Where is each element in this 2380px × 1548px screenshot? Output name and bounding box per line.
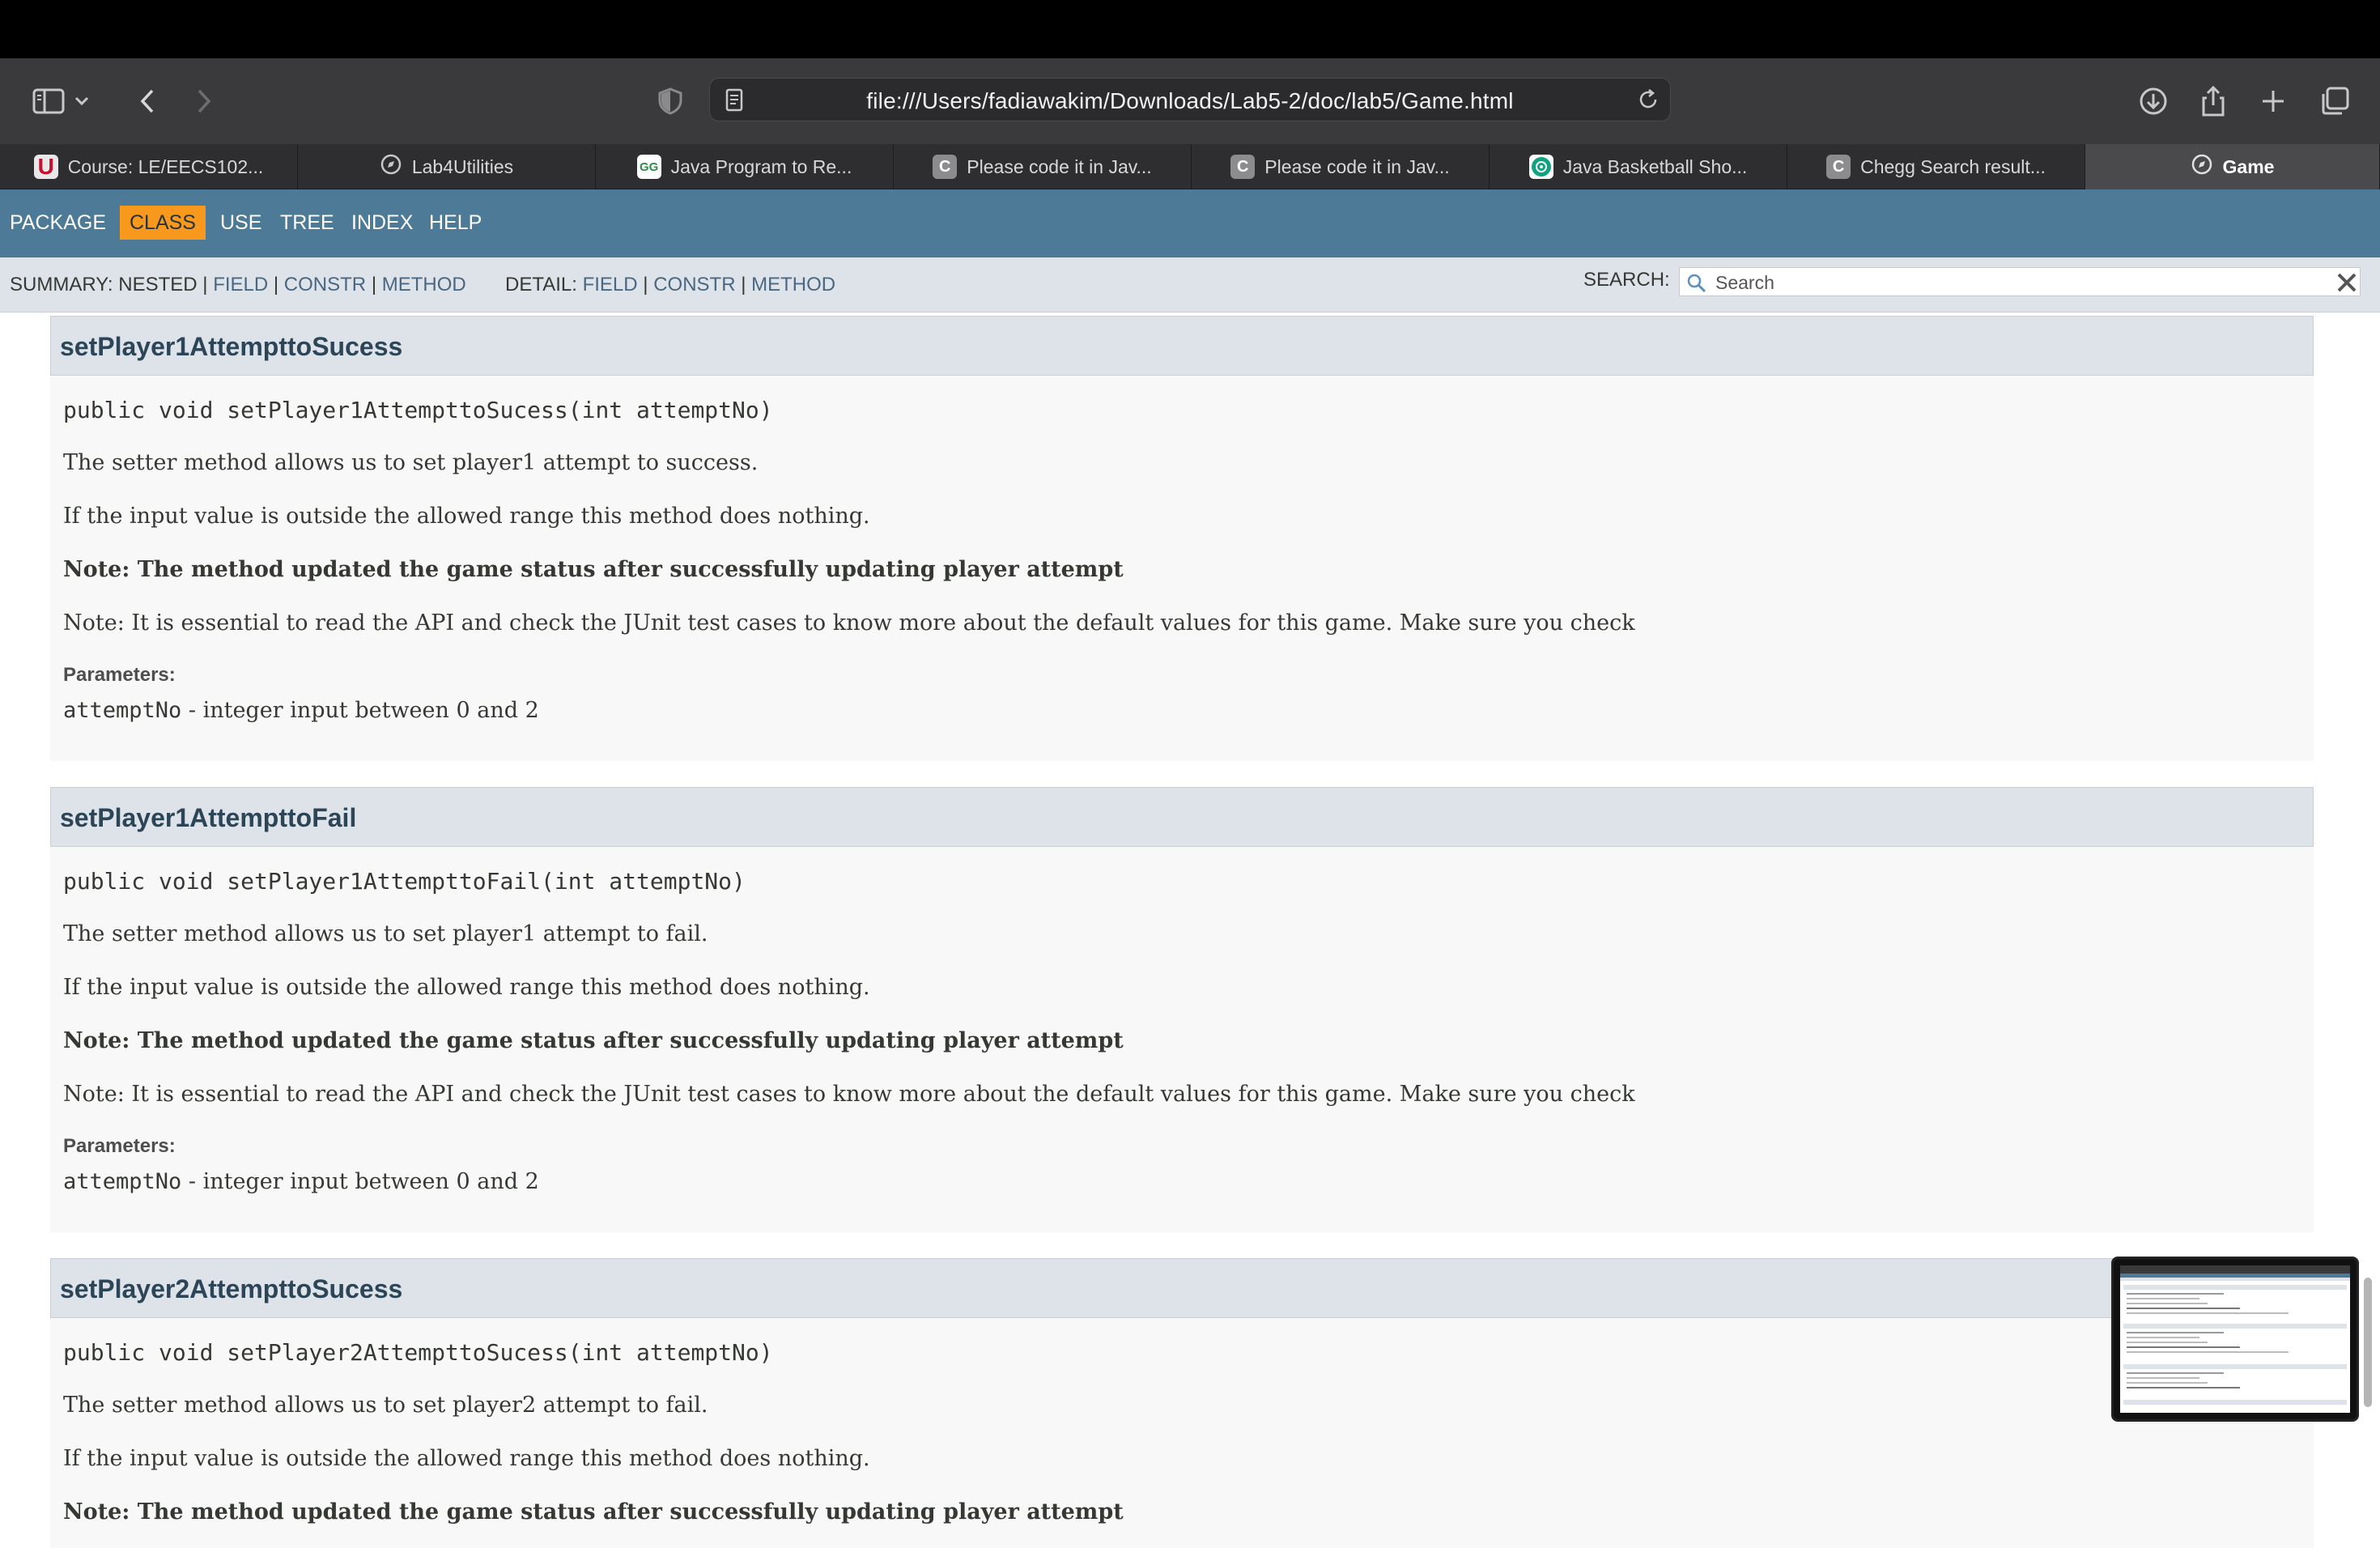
method-description: If the input value is outside the allowe… xyxy=(63,1446,870,1471)
nav-help[interactable]: HELP xyxy=(419,206,491,240)
detail-method-link[interactable]: METHOD xyxy=(751,274,835,296)
compass-icon xyxy=(380,153,402,181)
chevron-down-icon[interactable] xyxy=(70,79,94,124)
method-note: Note: It is essential to read the API an… xyxy=(63,610,1635,636)
method-heading: setPlayer2AttempttoSucess xyxy=(50,1258,2314,1318)
tab-label: Please code it in Jav... xyxy=(1264,155,1450,177)
method-detail: setPlayer1AttempttoFail public void setP… xyxy=(50,787,2314,1232)
nav-index[interactable]: INDEX xyxy=(342,206,423,240)
detail-field-link[interactable]: FIELD xyxy=(583,274,638,296)
back-icon[interactable] xyxy=(125,79,170,124)
method-signature: public void setPlayer1AttempttoSucess(in… xyxy=(63,397,773,423)
tab-game[interactable]: Game xyxy=(2085,144,2380,189)
tab-java-basketball[interactable]: Java Basketball Sho... xyxy=(1490,144,1787,189)
method-note-bold: Note: The method updated the game status… xyxy=(63,1499,1124,1525)
tab-label: Game xyxy=(2222,155,2275,177)
summary-field-link[interactable]: FIELD xyxy=(213,274,268,296)
method-note-bold: Note: The method updated the game status… xyxy=(63,1028,1124,1053)
method-description: The setter method allows us to set playe… xyxy=(63,450,759,475)
search-label: SEARCH: xyxy=(1583,269,1670,291)
method-signature: public void setPlayer2AttempttoSucess(in… xyxy=(63,1339,773,1366)
method-note-bold: Note: The method updated the game status… xyxy=(63,557,1124,582)
search-placeholder: Search xyxy=(1715,272,1774,293)
new-tab-icon[interactable] xyxy=(2250,79,2296,124)
compass-icon xyxy=(2191,153,2213,181)
method-description: The setter method allows us to set playe… xyxy=(63,1393,708,1418)
url-text: file:///Users/fadiawakim/Downloads/Lab5-… xyxy=(866,88,1514,113)
summary-constr-link[interactable]: CONSTR xyxy=(284,274,366,296)
tab-please-code-1[interactable]: C Please code it in Jav... xyxy=(894,144,1192,189)
share-icon[interactable] xyxy=(2191,79,2236,124)
geeksforgeeks-icon: GG xyxy=(636,155,661,179)
privacy-shield-icon[interactable] xyxy=(648,79,693,124)
reload-icon[interactable] xyxy=(1636,87,1660,116)
vertical-scrollbar[interactable] xyxy=(2364,1278,2372,1407)
nav-tree[interactable]: TREE xyxy=(270,206,344,240)
tab-label: Java Basketball Sho... xyxy=(1562,155,1748,177)
method-heading: setPlayer1AttempttoSucess xyxy=(50,316,2314,376)
method-description: The setter method allows us to set playe… xyxy=(63,921,708,946)
search-icon xyxy=(1686,273,1707,298)
sidebar-toggle-icon[interactable] xyxy=(26,79,71,124)
macos-menu-bar xyxy=(0,0,2380,58)
chegg-icon: C xyxy=(1826,155,1851,179)
tab-label: Chegg Search result... xyxy=(1860,155,2046,177)
nav-package[interactable]: PACKAGE xyxy=(0,206,116,240)
chatgpt-icon xyxy=(1528,155,1553,179)
nav-use[interactable]: USE xyxy=(210,206,271,240)
tab-bar: U Course: LE/EECS102... Lab4Utilities GG… xyxy=(0,144,2380,189)
parameters-label: Parameters: xyxy=(63,1135,176,1157)
search-input[interactable]: Search xyxy=(1679,267,2361,296)
parameters-label: Parameters: xyxy=(63,664,176,686)
tab-chegg-search[interactable]: C Chegg Search result... xyxy=(1787,144,2085,189)
javadoc-content: setPlayer1AttempttoSucess public void se… xyxy=(0,313,2380,1548)
javadoc-top-nav: PACKAGE CLASS USE TREE INDEX HELP xyxy=(0,189,2380,257)
parameter: attemptNo - integer input between 0 and … xyxy=(63,1169,539,1194)
method-detail: setPlayer1AttempttoSucess public void se… xyxy=(50,316,2314,761)
method-note: Note: It is essential to read the API an… xyxy=(63,1082,1635,1107)
chegg-icon: C xyxy=(933,155,958,179)
method-heading: setPlayer1AttempttoFail xyxy=(50,787,2314,847)
chegg-icon: C xyxy=(1230,155,1256,179)
forward-icon[interactable] xyxy=(181,79,227,124)
tab-label: Course: LE/EECS102... xyxy=(67,155,264,177)
address-bar[interactable]: file:///Users/fadiawakim/Downloads/Lab5-… xyxy=(709,78,1671,121)
summary-links: SUMMARY: NESTED | FIELD | CONSTR | METHO… xyxy=(10,274,466,296)
screenshot-thumbnail-preview[interactable] xyxy=(2111,1257,2359,1422)
tab-label: Lab4Utilities xyxy=(411,155,514,177)
clear-search-icon[interactable] xyxy=(2336,272,2357,297)
thumbnail-image xyxy=(2120,1265,2350,1413)
detail-constr-link[interactable]: CONSTR xyxy=(653,274,735,296)
method-detail: setPlayer2AttempttoSucess public void se… xyxy=(50,1258,2314,1548)
u-logo-icon: U xyxy=(33,154,58,179)
nav-class[interactable]: CLASS xyxy=(120,206,206,240)
method-description: If the input value is outside the allowe… xyxy=(63,975,870,1000)
tab-java-program[interactable]: GG Java Program to Re... xyxy=(596,144,894,189)
tab-lab4utilities[interactable]: Lab4Utilities xyxy=(298,144,596,189)
summary-method-link[interactable]: METHOD xyxy=(382,274,466,296)
tab-label: Java Program to Re... xyxy=(670,155,852,177)
parameter: attemptNo - integer input between 0 and … xyxy=(63,698,539,723)
tab-please-code-2[interactable]: C Please code it in Jav... xyxy=(1192,144,1490,189)
downloads-icon[interactable] xyxy=(2131,79,2176,124)
detail-links: DETAIL: FIELD | CONSTR | METHOD xyxy=(505,274,836,296)
tab-label: Please code it in Jav... xyxy=(967,155,1152,177)
tab-course[interactable]: U Course: LE/EECS102... xyxy=(0,144,298,189)
tab-overview-icon[interactable] xyxy=(2312,79,2357,124)
method-description: If the input value is outside the allowe… xyxy=(63,504,870,529)
method-signature: public void setPlayer1AttempttoFail(int … xyxy=(63,868,746,895)
